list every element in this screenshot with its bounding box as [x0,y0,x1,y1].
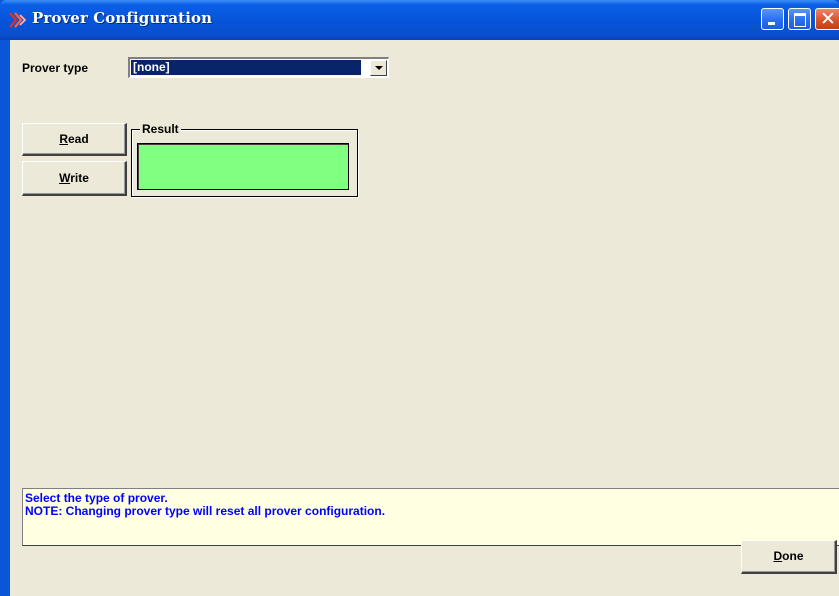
title-bar[interactable]: Prover Configuration ✕ [0,0,839,40]
write-button-mnemonic: W [59,171,71,185]
prover-type-dropdown[interactable]: [none] [128,57,389,78]
result-group: Result [131,123,358,197]
window-title: Prover Configuration [32,9,213,27]
read-button[interactable]: Read [22,123,127,156]
read-button-mnemonic: R [59,132,68,146]
status-line-2: NOTE: Changing prover type will reset al… [25,504,386,518]
done-button[interactable]: Done [741,540,837,574]
result-legend: Result [140,122,181,136]
chevron-down-icon[interactable] [370,60,387,76]
prover-type-selected-value[interactable]: [none] [130,59,362,76]
client-area: Prover type [none] Read Write Result Sel… [10,40,839,596]
done-button-mnemonic: D [773,549,783,563]
app-icon [9,12,27,28]
maximize-icon[interactable] [788,8,811,30]
prover-type-label: Prover type [22,61,89,75]
read-button-label: ead [67,132,89,146]
write-button[interactable]: Write [22,161,127,196]
prover-configuration-window: Prover Configuration ✕ Prover type [none… [0,0,839,596]
result-indicator [137,143,349,190]
write-button-label: rite [70,171,89,185]
done-button-label: one [782,549,804,563]
status-message-box: Select the type of prover. NOTE: Changin… [22,488,839,546]
status-line-1: Select the type of prover. [25,491,168,505]
minimize-icon[interactable] [761,8,784,30]
close-icon[interactable]: ✕ [815,8,839,30]
